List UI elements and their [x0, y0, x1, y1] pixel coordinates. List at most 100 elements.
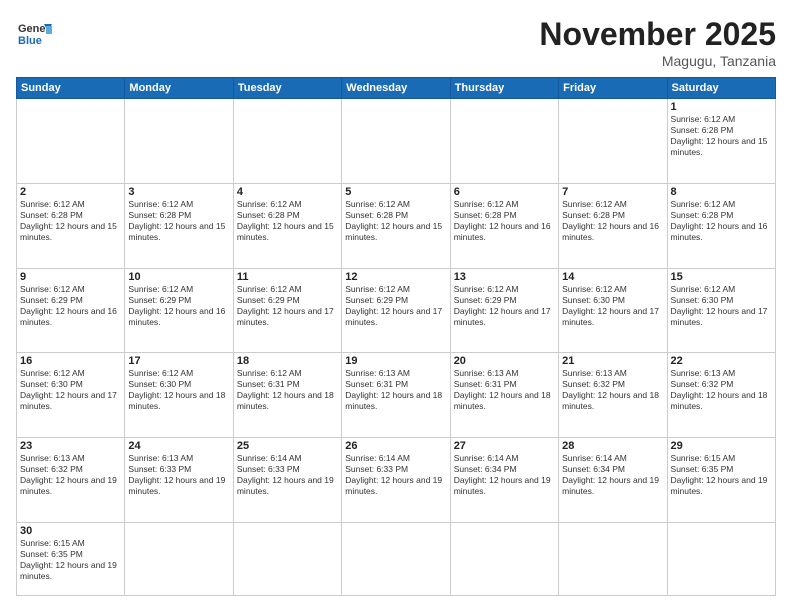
day-number: 20: [454, 355, 555, 367]
calendar-cell: [125, 522, 233, 595]
day-number: 19: [345, 355, 446, 367]
calendar-cell: 1Sunrise: 6:12 AM Sunset: 6:28 PM Daylig…: [667, 99, 775, 184]
calendar-cell: [342, 522, 450, 595]
calendar-cell: 26Sunrise: 6:14 AM Sunset: 6:33 PM Dayli…: [342, 438, 450, 523]
calendar-cell: 5Sunrise: 6:12 AM Sunset: 6:28 PM Daylig…: [342, 183, 450, 268]
day-info: Sunrise: 6:12 AM Sunset: 6:30 PM Dayligh…: [671, 284, 772, 328]
day-info: Sunrise: 6:12 AM Sunset: 6:28 PM Dayligh…: [128, 199, 229, 243]
day-number: 30: [20, 525, 121, 537]
calendar-cell: 18Sunrise: 6:12 AM Sunset: 6:31 PM Dayli…: [233, 353, 341, 438]
calendar-day-header: Thursday: [450, 78, 558, 99]
day-info: Sunrise: 6:12 AM Sunset: 6:30 PM Dayligh…: [128, 368, 229, 412]
location: Magugu, Tanzania: [539, 53, 776, 69]
calendar-header-row: SundayMondayTuesdayWednesdayThursdayFrid…: [17, 78, 776, 99]
calendar-cell: 12Sunrise: 6:12 AM Sunset: 6:29 PM Dayli…: [342, 268, 450, 353]
calendar-cell: [450, 522, 558, 595]
month-title: November 2025: [539, 16, 776, 53]
day-number: 10: [128, 271, 229, 283]
calendar-day-header: Monday: [125, 78, 233, 99]
day-info: Sunrise: 6:14 AM Sunset: 6:33 PM Dayligh…: [345, 453, 446, 497]
calendar-week-row: 23Sunrise: 6:13 AM Sunset: 6:32 PM Dayli…: [17, 438, 776, 523]
day-info: Sunrise: 6:14 AM Sunset: 6:34 PM Dayligh…: [454, 453, 555, 497]
calendar-day-header: Friday: [559, 78, 667, 99]
calendar-cell: [450, 99, 558, 184]
day-number: 15: [671, 271, 772, 283]
header: General Blue November 2025 Magugu, Tanza…: [16, 16, 776, 69]
day-info: Sunrise: 6:12 AM Sunset: 6:28 PM Dayligh…: [454, 199, 555, 243]
day-number: 2: [20, 186, 121, 198]
calendar-cell: [342, 99, 450, 184]
day-info: Sunrise: 6:12 AM Sunset: 6:28 PM Dayligh…: [20, 199, 121, 243]
calendar-week-row: 30Sunrise: 6:15 AM Sunset: 6:35 PM Dayli…: [17, 522, 776, 595]
day-number: 29: [671, 440, 772, 452]
day-info: Sunrise: 6:13 AM Sunset: 6:32 PM Dayligh…: [671, 368, 772, 412]
day-number: 16: [20, 355, 121, 367]
day-info: Sunrise: 6:13 AM Sunset: 6:31 PM Dayligh…: [345, 368, 446, 412]
day-number: 1: [671, 101, 772, 113]
day-number: 8: [671, 186, 772, 198]
day-info: Sunrise: 6:13 AM Sunset: 6:32 PM Dayligh…: [562, 368, 663, 412]
day-number: 5: [345, 186, 446, 198]
calendar-week-row: 1Sunrise: 6:12 AM Sunset: 6:28 PM Daylig…: [17, 99, 776, 184]
calendar-cell: [559, 522, 667, 595]
calendar-cell: 4Sunrise: 6:12 AM Sunset: 6:28 PM Daylig…: [233, 183, 341, 268]
calendar-cell: [233, 522, 341, 595]
calendar-day-header: Saturday: [667, 78, 775, 99]
day-number: 3: [128, 186, 229, 198]
calendar-cell: 7Sunrise: 6:12 AM Sunset: 6:28 PM Daylig…: [559, 183, 667, 268]
day-info: Sunrise: 6:12 AM Sunset: 6:28 PM Dayligh…: [237, 199, 338, 243]
day-number: 23: [20, 440, 121, 452]
calendar-cell: 6Sunrise: 6:12 AM Sunset: 6:28 PM Daylig…: [450, 183, 558, 268]
day-number: 22: [671, 355, 772, 367]
day-number: 14: [562, 271, 663, 283]
calendar-day-header: Wednesday: [342, 78, 450, 99]
calendar-cell: 30Sunrise: 6:15 AM Sunset: 6:35 PM Dayli…: [17, 522, 125, 595]
calendar-cell: [233, 99, 341, 184]
day-info: Sunrise: 6:12 AM Sunset: 6:29 PM Dayligh…: [454, 284, 555, 328]
calendar-cell: [125, 99, 233, 184]
day-info: Sunrise: 6:15 AM Sunset: 6:35 PM Dayligh…: [20, 538, 121, 582]
calendar-cell: [17, 99, 125, 184]
day-info: Sunrise: 6:13 AM Sunset: 6:33 PM Dayligh…: [128, 453, 229, 497]
day-info: Sunrise: 6:14 AM Sunset: 6:33 PM Dayligh…: [237, 453, 338, 497]
calendar-cell: 27Sunrise: 6:14 AM Sunset: 6:34 PM Dayli…: [450, 438, 558, 523]
calendar-cell: 10Sunrise: 6:12 AM Sunset: 6:29 PM Dayli…: [125, 268, 233, 353]
calendar-cell: 16Sunrise: 6:12 AM Sunset: 6:30 PM Dayli…: [17, 353, 125, 438]
day-number: 12: [345, 271, 446, 283]
day-number: 7: [562, 186, 663, 198]
calendar-cell: 14Sunrise: 6:12 AM Sunset: 6:30 PM Dayli…: [559, 268, 667, 353]
day-info: Sunrise: 6:12 AM Sunset: 6:29 PM Dayligh…: [237, 284, 338, 328]
day-info: Sunrise: 6:12 AM Sunset: 6:30 PM Dayligh…: [562, 284, 663, 328]
calendar-cell: 25Sunrise: 6:14 AM Sunset: 6:33 PM Dayli…: [233, 438, 341, 523]
day-info: Sunrise: 6:12 AM Sunset: 6:29 PM Dayligh…: [345, 284, 446, 328]
calendar-cell: 3Sunrise: 6:12 AM Sunset: 6:28 PM Daylig…: [125, 183, 233, 268]
day-info: Sunrise: 6:13 AM Sunset: 6:32 PM Dayligh…: [20, 453, 121, 497]
svg-text:Blue: Blue: [18, 35, 42, 47]
calendar-cell: 21Sunrise: 6:13 AM Sunset: 6:32 PM Dayli…: [559, 353, 667, 438]
calendar-day-header: Tuesday: [233, 78, 341, 99]
calendar-cell: 23Sunrise: 6:13 AM Sunset: 6:32 PM Dayli…: [17, 438, 125, 523]
day-number: 21: [562, 355, 663, 367]
logo-icon: General Blue: [16, 16, 52, 52]
title-block: November 2025 Magugu, Tanzania: [539, 16, 776, 69]
day-info: Sunrise: 6:12 AM Sunset: 6:30 PM Dayligh…: [20, 368, 121, 412]
calendar-week-row: 9Sunrise: 6:12 AM Sunset: 6:29 PM Daylig…: [17, 268, 776, 353]
day-number: 6: [454, 186, 555, 198]
day-number: 13: [454, 271, 555, 283]
calendar-cell: 20Sunrise: 6:13 AM Sunset: 6:31 PM Dayli…: [450, 353, 558, 438]
calendar-cell: 15Sunrise: 6:12 AM Sunset: 6:30 PM Dayli…: [667, 268, 775, 353]
day-number: 27: [454, 440, 555, 452]
day-number: 18: [237, 355, 338, 367]
day-info: Sunrise: 6:14 AM Sunset: 6:34 PM Dayligh…: [562, 453, 663, 497]
calendar-cell: 19Sunrise: 6:13 AM Sunset: 6:31 PM Dayli…: [342, 353, 450, 438]
calendar-cell: 8Sunrise: 6:12 AM Sunset: 6:28 PM Daylig…: [667, 183, 775, 268]
calendar-cell: 17Sunrise: 6:12 AM Sunset: 6:30 PM Dayli…: [125, 353, 233, 438]
calendar-cell: 13Sunrise: 6:12 AM Sunset: 6:29 PM Dayli…: [450, 268, 558, 353]
calendar-week-row: 2Sunrise: 6:12 AM Sunset: 6:28 PM Daylig…: [17, 183, 776, 268]
day-info: Sunrise: 6:15 AM Sunset: 6:35 PM Dayligh…: [671, 453, 772, 497]
calendar-day-header: Sunday: [17, 78, 125, 99]
day-info: Sunrise: 6:12 AM Sunset: 6:29 PM Dayligh…: [20, 284, 121, 328]
calendar-cell: [667, 522, 775, 595]
calendar-cell: 28Sunrise: 6:14 AM Sunset: 6:34 PM Dayli…: [559, 438, 667, 523]
calendar-cell: 29Sunrise: 6:15 AM Sunset: 6:35 PM Dayli…: [667, 438, 775, 523]
